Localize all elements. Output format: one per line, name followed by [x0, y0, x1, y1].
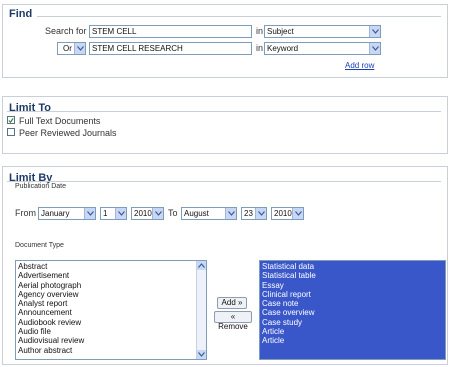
selected-document-types-items: Statistical data Statistical table Essay…	[260, 261, 445, 347]
selected-document-types-list[interactable]: Statistical data Statistical table Essay…	[259, 260, 446, 360]
full-text-label: Full Text Documents	[19, 116, 101, 126]
chevron-down-icon	[198, 352, 205, 357]
search-field-1-select[interactable]: Subject	[264, 25, 381, 38]
to-day-value: 23	[244, 209, 253, 218]
scroll-up-button[interactable]	[197, 261, 206, 270]
list-item[interactable]: Essay	[262, 281, 443, 290]
list-item[interactable]: Statistical table	[262, 271, 443, 280]
boolean-operator-select[interactable]: Or	[57, 42, 86, 55]
search-field-1-value: Subject	[267, 27, 294, 36]
from-day-select[interactable]: 1	[100, 207, 127, 220]
to-month-select[interactable]: August	[181, 207, 237, 220]
limit-by-panel: Limit By Publication Date From January 1…	[2, 166, 448, 365]
list-item[interactable]: Audiovisual review	[18, 336, 204, 345]
add-document-type-button[interactable]: Add »	[217, 297, 247, 309]
list-item[interactable]: Announcement	[18, 308, 204, 317]
from-label: From	[15, 208, 36, 218]
list-item[interactable]: Article	[262, 327, 443, 336]
chevron-down-icon	[255, 208, 266, 219]
chevron-down-icon	[369, 43, 380, 54]
search-term-1-input[interactable]: STEM CELL	[89, 25, 252, 38]
to-year-value: 2010	[274, 209, 292, 218]
chevron-down-icon	[369, 26, 380, 37]
list-item[interactable]: Audio file	[18, 327, 204, 336]
available-types-scrollbar[interactable]	[196, 261, 206, 359]
from-month-value: January	[41, 209, 70, 218]
from-month-select[interactable]: January	[38, 207, 96, 220]
find-title: Find	[9, 8, 33, 20]
limit-to-title: Limit To	[9, 102, 51, 114]
search-field-2-value: Keyword	[267, 44, 299, 53]
limit-to-panel: Limit To Full Text Documents Peer Review…	[2, 96, 448, 154]
list-item[interactable]: Abstract	[18, 262, 204, 271]
list-item[interactable]: Clinical report	[262, 290, 443, 299]
document-type-label: Document Type	[15, 242, 64, 249]
chevron-down-icon	[84, 208, 95, 219]
peer-reviewed-checkbox[interactable]	[7, 128, 15, 136]
available-document-types-list[interactable]: Abstract Advertisement Aerial photograph…	[15, 260, 207, 360]
to-year-select[interactable]: 2010	[271, 207, 304, 220]
list-item[interactable]: Article	[262, 336, 443, 345]
list-item[interactable]: Analyst report	[18, 299, 204, 308]
find-panel: Find Search for STEM CELL in Subject Or …	[2, 4, 448, 78]
available-document-types-items: Abstract Advertisement Aerial photograph…	[16, 261, 206, 356]
list-item[interactable]: Case overview	[262, 308, 443, 317]
publication-date-label: Publication Date	[15, 183, 66, 190]
list-item[interactable]: Statistical data	[262, 262, 443, 271]
chevron-down-icon	[225, 208, 236, 219]
limit-by-title-rule	[7, 181, 441, 182]
list-item[interactable]: Audiobook review	[18, 318, 204, 327]
to-label: To	[168, 208, 178, 218]
list-item[interactable]: Agency overview	[18, 290, 204, 299]
list-item[interactable]: Case study	[262, 318, 443, 327]
boolean-operator-value: Or	[63, 44, 72, 53]
remove-document-type-button[interactable]: « Remove	[214, 311, 252, 331]
chevron-up-icon	[198, 263, 205, 268]
chevron-down-icon	[152, 208, 163, 219]
search-term-2-input[interactable]: STEM CELL RESEARCH	[89, 42, 252, 55]
list-item[interactable]: Author abstract	[18, 346, 204, 355]
to-month-value: August	[184, 209, 209, 218]
search-field-2-select[interactable]: Keyword	[264, 42, 381, 55]
list-item[interactable]: Case note	[262, 299, 443, 308]
checkmark-icon	[8, 117, 14, 123]
list-item[interactable]: Aerial photograph	[18, 281, 204, 290]
list-item[interactable]: Advertisement	[18, 271, 204, 280]
in-label-1: in	[256, 26, 264, 36]
scroll-down-button[interactable]	[197, 350, 206, 359]
peer-reviewed-label: Peer Reviewed Journals	[19, 128, 117, 138]
chevron-down-icon	[292, 208, 303, 219]
search-for-label: Search for	[45, 26, 87, 36]
chevron-down-icon	[74, 43, 85, 54]
to-day-select[interactable]: 23	[241, 207, 267, 220]
chevron-down-icon	[115, 208, 126, 219]
limit-to-title-rule	[7, 111, 441, 112]
full-text-checkbox[interactable]	[7, 116, 15, 124]
from-year-select[interactable]: 2010	[131, 207, 164, 220]
find-title-rule	[37, 16, 441, 17]
from-year-value: 2010	[134, 209, 152, 218]
from-day-value: 1	[103, 209, 108, 218]
add-row-link[interactable]: Add row	[345, 61, 374, 70]
in-label-2: in	[256, 43, 264, 53]
